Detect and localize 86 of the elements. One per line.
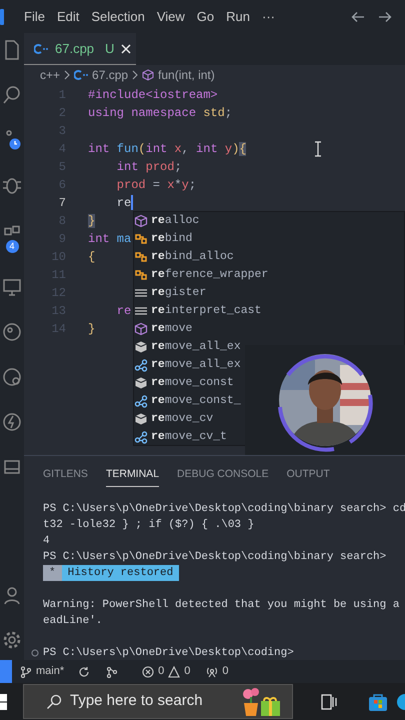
circle-icon bbox=[31, 649, 39, 657]
task-view-icon[interactable] bbox=[321, 694, 337, 710]
close-icon[interactable] bbox=[121, 44, 132, 54]
forward-arrow-icon[interactable] bbox=[378, 10, 392, 24]
lightning-icon[interactable] bbox=[2, 411, 22, 433]
nodes-icon bbox=[134, 394, 148, 408]
menu-item[interactable]: Selection bbox=[87, 6, 153, 26]
suggestion-item[interactable]: remove_cv_t bbox=[134, 428, 227, 446]
suggestion-item[interactable]: rebind bbox=[134, 230, 192, 248]
browser-icon[interactable] bbox=[397, 692, 405, 712]
text-cursor-icon bbox=[314, 141, 322, 157]
code-line: re bbox=[116, 194, 134, 212]
warning-icon bbox=[168, 666, 180, 678]
breadcrumb-item[interactable]: fun(int, int) bbox=[158, 66, 215, 84]
class-icon bbox=[134, 250, 148, 264]
menu-item[interactable]: Run bbox=[222, 6, 258, 26]
suggestion-item[interactable]: rebind_alloc bbox=[134, 248, 234, 266]
cube-icon bbox=[134, 322, 148, 336]
class-icon bbox=[134, 232, 148, 246]
terminal-line: PS C:\Users\p\OneDrive\Desktop\coding\binary search> bbox=[43, 550, 386, 565]
code-line: int prod; bbox=[116, 159, 182, 176]
branch-icon bbox=[20, 666, 32, 678]
ports-indicator[interactable]: 0 bbox=[206, 663, 228, 680]
terminal-line: 4 bbox=[43, 534, 50, 549]
cube-icon bbox=[142, 69, 154, 81]
suggestion-item[interactable]: realloc bbox=[134, 212, 200, 230]
suggestion-item[interactable]: remove_const_ bbox=[134, 392, 241, 410]
suggestion-item[interactable]: reinterpret_cast bbox=[134, 302, 262, 320]
back-arrow-icon[interactable] bbox=[351, 10, 365, 24]
terminal-line: PS C:\Users\p\OneDrive\Desktop\coding> bbox=[43, 646, 294, 661]
store-icon[interactable] bbox=[368, 692, 388, 712]
terminal-line: t32 -lole32 } ; if ($?) { .\03 } bbox=[43, 518, 254, 533]
nodes-icon bbox=[134, 430, 148, 444]
chevron-icon bbox=[132, 70, 138, 80]
breadcrumb-item[interactable]: c++ bbox=[40, 66, 60, 84]
panel-tab[interactable]: TERMINAL bbox=[106, 462, 160, 488]
suggestion-item[interactable]: remove_const bbox=[134, 374, 234, 392]
nodes-icon bbox=[134, 358, 148, 372]
terminal-line: eadLine'. bbox=[43, 614, 102, 629]
chevron-icon bbox=[64, 70, 70, 80]
windows-logo-icon[interactable] bbox=[0, 694, 8, 710]
antenna-icon bbox=[206, 666, 218, 678]
code-line: { bbox=[88, 249, 96, 266]
app-logo-icon bbox=[0, 8, 4, 24]
line-number: 7 bbox=[58, 195, 66, 212]
suggestion-item[interactable]: remove_all_ex bbox=[134, 356, 241, 374]
code-line: using namespace std; bbox=[88, 105, 232, 122]
search-icon[interactable] bbox=[2, 84, 22, 106]
search-icon bbox=[46, 694, 62, 710]
cpp-file-icon bbox=[34, 44, 48, 54]
menu-item[interactable]: Go bbox=[192, 6, 222, 26]
class-icon bbox=[134, 268, 148, 282]
problems-indicator[interactable]: 0 0 bbox=[142, 663, 190, 680]
terminal-line: PS C:\Users\p\OneDrive\Desktop\coding\binary search> cd bbox=[43, 502, 405, 517]
suggestion-item[interactable]: register bbox=[134, 284, 206, 302]
code-line: re bbox=[116, 303, 132, 320]
code-line: int fun(int x, int y){ bbox=[88, 141, 246, 158]
sync-icon[interactable] bbox=[78, 666, 90, 678]
suggestion-item[interactable]: remove bbox=[134, 320, 192, 338]
breadcrumb-item[interactable]: 67.cpp bbox=[92, 66, 128, 84]
error-icon bbox=[142, 666, 154, 678]
taskbar-search-field[interactable]: Type here to search bbox=[23, 684, 293, 719]
editor-tab[interactable]: 67.cpp U bbox=[24, 33, 136, 65]
code-line: int ma bbox=[88, 231, 132, 248]
code-line: } bbox=[88, 321, 96, 338]
panel-tab[interactable]: DEBUG CONSOLE bbox=[177, 462, 269, 488]
notice-marker: * bbox=[43, 565, 62, 581]
menu-item[interactable]: File bbox=[20, 6, 53, 26]
terminal-line: Warning: PowerShell detected that you might be using a bbox=[43, 598, 400, 613]
panel-tab[interactable]: GITLENS bbox=[43, 462, 88, 488]
code-line: prod = x*y; bbox=[116, 177, 196, 194]
history-notice: History restored bbox=[62, 565, 180, 581]
cube-icon bbox=[134, 214, 148, 228]
menu-item[interactable]: View bbox=[152, 6, 193, 26]
panel-tab[interactable]: OUTPUT bbox=[286, 462, 330, 488]
code-line: #include<iostream> bbox=[88, 87, 218, 104]
settings-icon[interactable] bbox=[2, 629, 22, 651]
suggestion-item[interactable]: reference_wrapper bbox=[134, 266, 268, 284]
cpp-file-icon bbox=[74, 70, 88, 80]
notification-badge: 4 bbox=[6, 240, 18, 253]
branch-indicator[interactable]: main* bbox=[20, 663, 64, 680]
menu-item[interactable]: ··· bbox=[258, 6, 283, 26]
graph-icon[interactable] bbox=[106, 666, 118, 678]
suggestion-item[interactable]: remove_cv bbox=[134, 410, 214, 428]
suggestion-item[interactable]: remove_all_ex bbox=[134, 338, 241, 356]
menu-item[interactable]: Edit bbox=[52, 6, 88, 26]
